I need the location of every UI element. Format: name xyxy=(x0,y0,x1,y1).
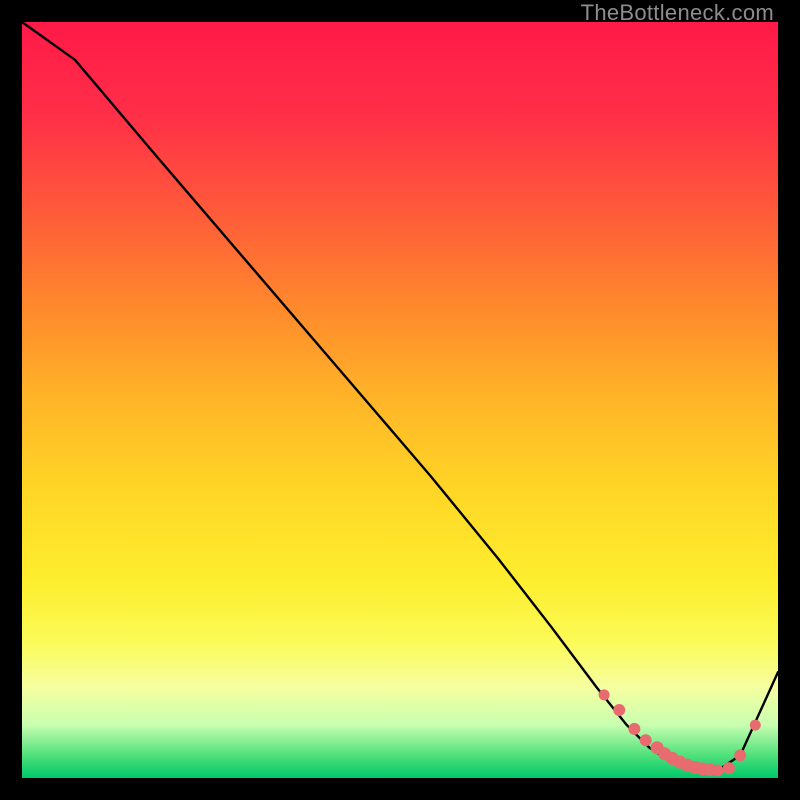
data-marker xyxy=(712,764,724,776)
data-marker xyxy=(750,720,761,731)
data-marker xyxy=(613,704,625,716)
data-marker xyxy=(628,723,640,735)
bottleneck-curve xyxy=(22,22,778,770)
marker-group xyxy=(599,689,761,776)
data-marker xyxy=(734,749,746,761)
data-marker xyxy=(723,762,735,774)
data-marker xyxy=(599,689,610,700)
chart-svg xyxy=(22,22,778,778)
data-marker xyxy=(640,734,652,746)
